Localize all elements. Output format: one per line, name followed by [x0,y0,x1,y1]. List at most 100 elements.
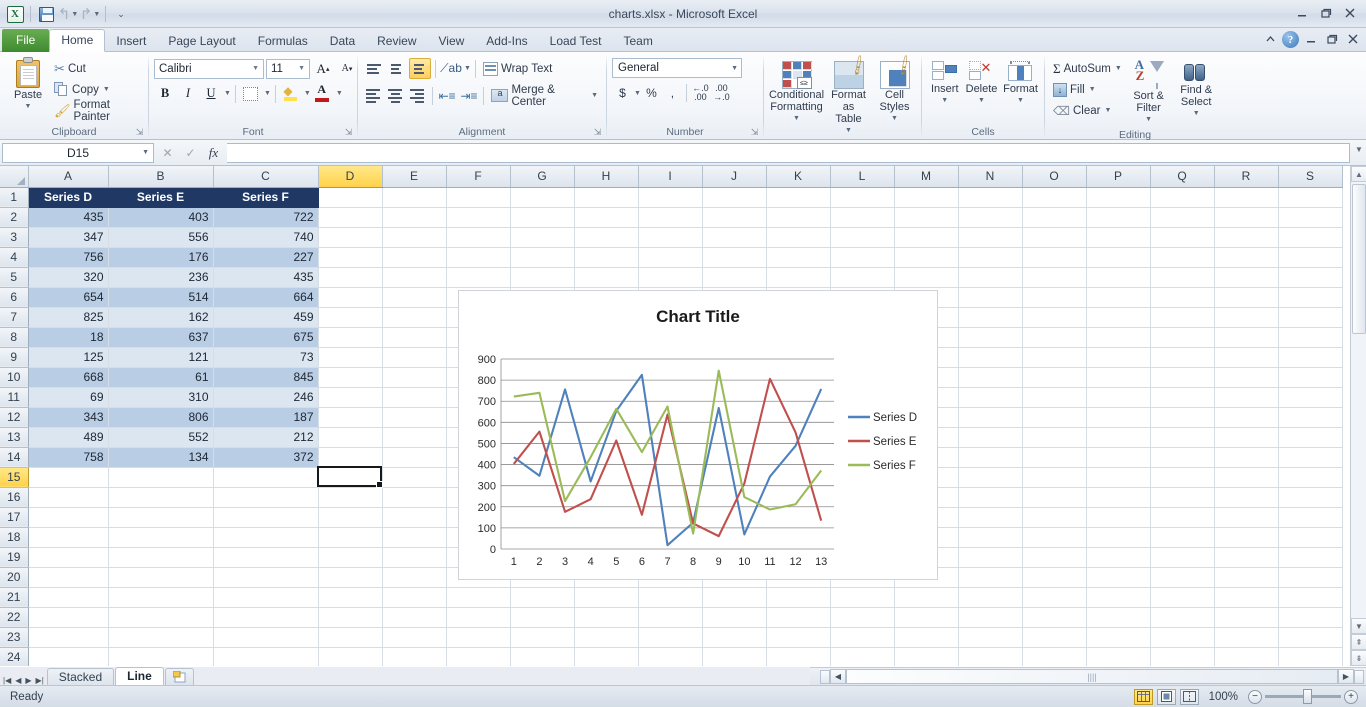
cell-G5[interactable] [510,267,574,287]
cell-Q22[interactable] [1150,607,1214,627]
cell-O19[interactable] [1022,547,1086,567]
cell-D20[interactable] [318,567,382,587]
cell-J24[interactable] [702,647,766,666]
column-header-O[interactable]: O [1022,166,1086,187]
column-header-P[interactable]: P [1086,166,1150,187]
cell-N9[interactable] [958,347,1022,367]
cancel-entry-icon[interactable]: ✕ [157,143,178,163]
cell-P2[interactable] [1086,207,1150,227]
cell-E14[interactable] [382,447,446,467]
next-page-button[interactable]: ⇟ [1351,650,1366,666]
last-sheet-icon[interactable]: ▶| [36,676,44,685]
cell-L24[interactable] [830,647,894,666]
cell-E2[interactable] [382,207,446,227]
cell-C7[interactable]: 459 [213,307,318,327]
row-header-18[interactable]: 18 [0,527,28,547]
cell-S3[interactable] [1278,227,1342,247]
cell-S7[interactable] [1278,307,1342,327]
format-as-table-button[interactable]: 🖌 Format as Table ▼ [825,59,873,139]
cell-P3[interactable] [1086,227,1150,247]
cell-D18[interactable] [318,527,382,547]
cell-A6[interactable]: 654 [28,287,108,307]
cell-O17[interactable] [1022,507,1086,527]
cell-R6[interactable] [1214,287,1278,307]
wrap-text-button[interactable]: Wrap Text [480,58,555,79]
copy-button[interactable]: Copy ▼ [51,79,143,100]
cell-I2[interactable] [638,207,702,227]
chevron-down-icon[interactable]: ▼ [634,90,641,97]
cell-C9[interactable]: 73 [213,347,318,367]
cell-O23[interactable] [1022,627,1086,647]
column-header-E[interactable]: E [382,166,446,187]
cut-button[interactable]: ✂ Cut [51,58,143,79]
percent-style-button[interactable]: % [641,83,662,103]
cell-S11[interactable] [1278,387,1342,407]
cell-C10[interactable]: 845 [213,367,318,387]
cell-P17[interactable] [1086,507,1150,527]
font-size-input[interactable]: 11 ▼ [266,59,310,79]
zoom-slider[interactable]: − + [1248,690,1358,704]
cell-R17[interactable] [1214,507,1278,527]
row-header-7[interactable]: 7 [0,307,28,327]
cell-A13[interactable]: 489 [28,427,108,447]
cell-J2[interactable] [702,207,766,227]
cell-M24[interactable] [894,647,958,666]
zoom-thumb[interactable] [1303,689,1312,704]
cell-D3[interactable] [318,227,382,247]
cell-J22[interactable] [702,607,766,627]
table-row[interactable]: 3347556740 [0,227,1342,247]
cell-P24[interactable] [1086,647,1150,666]
cell-R7[interactable] [1214,307,1278,327]
column-header-M[interactable]: M [894,166,958,187]
cell-C12[interactable]: 187 [213,407,318,427]
chevron-down-icon[interactable]: ▼ [464,65,471,72]
cell-C13[interactable]: 212 [213,427,318,447]
cell-H4[interactable] [574,247,638,267]
cell-R10[interactable] [1214,367,1278,387]
cell-R8[interactable] [1214,327,1278,347]
name-box[interactable]: D15 ▼ [2,143,154,163]
cell-A21[interactable] [28,587,108,607]
row-header-23[interactable]: 23 [0,627,28,647]
cell-N1[interactable] [958,187,1022,207]
cell-D22[interactable] [318,607,382,627]
cell-S21[interactable] [1278,587,1342,607]
vertical-scroll-thumb[interactable] [1352,184,1366,334]
cell-D16[interactable] [318,487,382,507]
restore-icon[interactable] [1315,5,1337,21]
format-painter-button[interactable]: 🖌 Format Painter [51,100,143,121]
cell-B6[interactable]: 514 [108,287,213,307]
cell-R16[interactable] [1214,487,1278,507]
cell-Q6[interactable] [1150,287,1214,307]
tab-split-handle[interactable] [820,670,830,684]
table-row[interactable]: 24 [0,647,1342,666]
cell-O5[interactable] [1022,267,1086,287]
cell-K22[interactable] [766,607,830,627]
cell-M2[interactable] [894,207,958,227]
cell-B4[interactable]: 176 [108,247,213,267]
cell-R9[interactable] [1214,347,1278,367]
cell-E20[interactable] [382,567,446,587]
italic-button[interactable]: I [177,83,199,104]
font-color-button[interactable]: A [312,83,334,104]
fill-color-button[interactable] [280,83,302,104]
cell-B21[interactable] [108,587,213,607]
cell-E3[interactable] [382,227,446,247]
cell-L4[interactable] [830,247,894,267]
cell-P8[interactable] [1086,327,1150,347]
cell-K1[interactable] [766,187,830,207]
cell-C21[interactable] [213,587,318,607]
cell-L5[interactable] [830,267,894,287]
cell-E19[interactable] [382,547,446,567]
cell-D19[interactable] [318,547,382,567]
tab-formulas[interactable]: Formulas [247,30,319,52]
align-top-button[interactable] [363,58,385,79]
cell-A20[interactable] [28,567,108,587]
cell-B7[interactable]: 162 [108,307,213,327]
help-icon[interactable]: ? [1282,31,1299,48]
insert-cells-button[interactable]: Insert ▼ [927,59,963,109]
cell-P11[interactable] [1086,387,1150,407]
table-row[interactable]: 22 [0,607,1342,627]
cell-N10[interactable] [958,367,1022,387]
underline-button[interactable]: U [200,83,222,104]
